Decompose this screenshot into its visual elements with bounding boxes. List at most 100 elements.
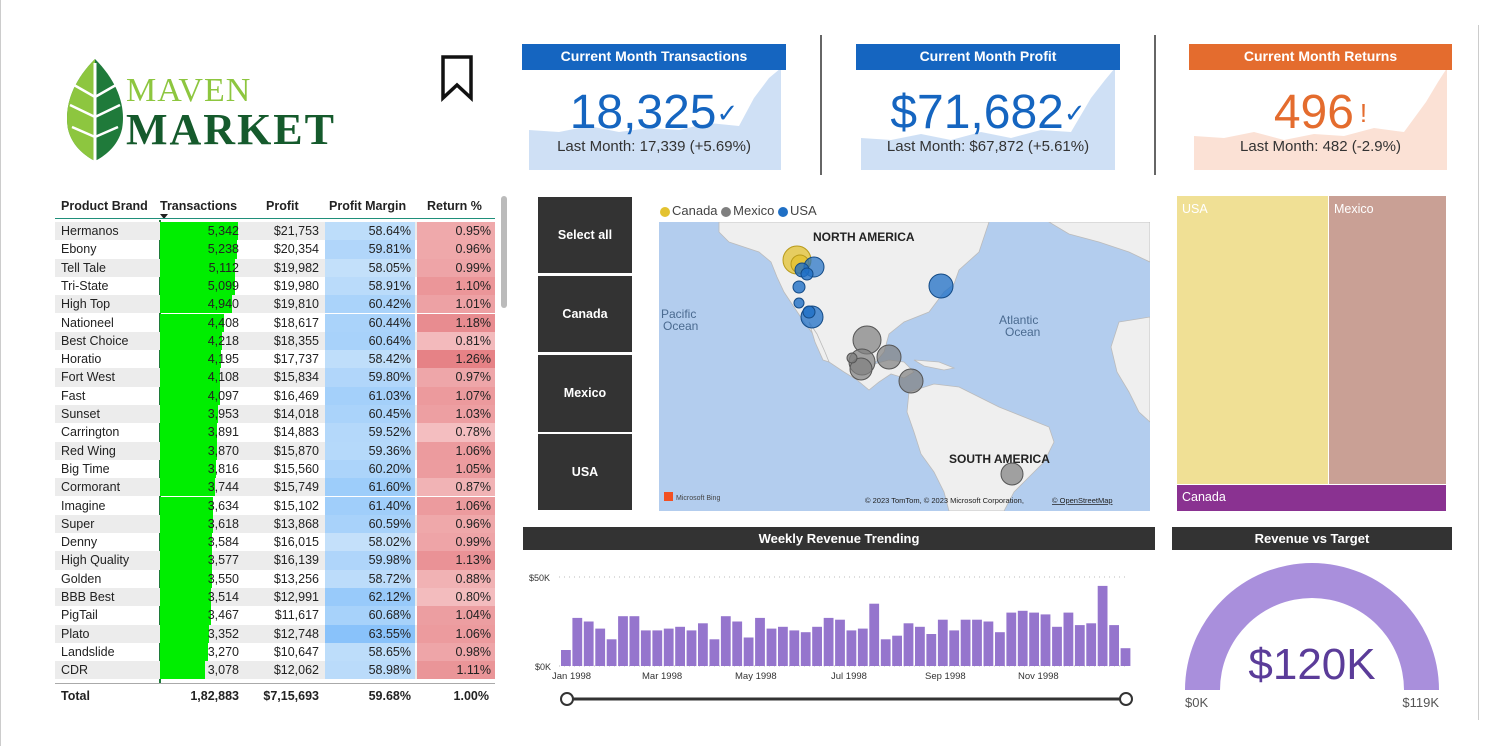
col-header-profit-margin[interactable]: Profit Margin <box>329 199 406 213</box>
weekly-revenue-bar[interactable] <box>766 628 777 666</box>
weekly-revenue-bar[interactable] <box>1120 648 1131 666</box>
map-bubble-mexico[interactable] <box>1000 462 1024 486</box>
map-bubble-usa[interactable] <box>793 297 805 309</box>
weekly-revenue-bar[interactable] <box>972 619 982 666</box>
weekly-revenue-bar[interactable] <box>640 630 651 666</box>
weekly-revenue-bar[interactable] <box>949 630 960 666</box>
col-header-return-pct[interactable]: Return % <box>427 199 482 213</box>
bookmark-icon[interactable] <box>440 54 474 102</box>
table-row[interactable]: Plato 3,352 $12,748 63.55% 1.06% <box>55 624 495 643</box>
table-scrollbar[interactable] <box>501 196 507 308</box>
weekly-revenue-bar[interactable] <box>983 621 994 667</box>
table-row[interactable]: Tri-State 5,099 $19,980 58.91% 1.10% <box>55 276 495 296</box>
weekly-revenue-bar[interactable] <box>1040 614 1051 666</box>
legend-item-mexico[interactable]: Mexico <box>721 203 774 218</box>
weekly-revenue-bar[interactable] <box>652 630 663 666</box>
map-bubble-usa[interactable] <box>928 273 954 299</box>
weekly-revenue-bar[interactable] <box>732 621 743 667</box>
table-row[interactable]: Sunset 3,953 $14,018 60.45% 1.03% <box>55 405 495 424</box>
weekly-revenue-bar[interactable] <box>606 639 617 666</box>
date-range-start-handle[interactable] <box>560 692 574 706</box>
col-header-profit[interactable]: Profit <box>266 199 299 213</box>
treemap-usa[interactable]: USA <box>1177 196 1328 484</box>
table-row[interactable]: PigTail 3,467 $11,617 60.68% 1.04% <box>55 606 495 625</box>
table-row[interactable]: High Quality 3,577 $16,139 59.98% 1.13% <box>55 551 495 570</box>
table-row[interactable]: Cormorant 3,744 $15,749 61.60% 0.87% <box>55 478 495 497</box>
table-row[interactable]: Carrington 3,891 $14,883 59.52% 0.78% <box>55 423 495 442</box>
weekly-revenue-bar[interactable] <box>800 632 811 666</box>
weekly-revenue-bar[interactable] <box>903 623 914 666</box>
store-map[interactable]: NORTH AMERICA SOUTH AMERICA Pacific Ocea… <box>659 222 1150 511</box>
slicer-canada[interactable]: Canada <box>538 276 632 352</box>
legend-item-usa[interactable]: USA <box>777 203 817 218</box>
weekly-revenue-bar[interactable] <box>709 639 720 666</box>
weekly-revenue-bar[interactable] <box>583 621 594 667</box>
weekly-revenue-bar[interactable] <box>663 628 674 666</box>
weekly-revenue-bar[interactable] <box>960 619 971 666</box>
table-row[interactable]: Nationeel 4,408 $18,617 60.44% 1.18% <box>55 313 495 332</box>
col-header-brand[interactable]: Product Brand <box>61 199 148 213</box>
weekly-revenue-bar[interactable] <box>1086 623 1097 666</box>
table-row[interactable]: BBB Best 3,514 $12,991 62.12% 0.80% <box>55 588 495 607</box>
date-range-end-handle[interactable] <box>1119 692 1133 706</box>
table-row[interactable]: Tell Tale 5,112 $19,982 58.05% 0.99% <box>55 258 495 277</box>
map-bubble-usa[interactable] <box>792 280 806 294</box>
map-bubble-usa[interactable] <box>802 305 816 319</box>
weekly-revenue-bar[interactable] <box>743 637 754 667</box>
weekly-revenue-bar[interactable] <box>937 619 948 666</box>
weekly-revenue-bar[interactable] <box>629 616 640 666</box>
table-row[interactable]: Best Choice 4,218 $18,355 60.64% 0.81% <box>55 331 495 351</box>
table-row[interactable]: Fast 4,097 $16,469 61.03% 1.07% <box>55 386 495 405</box>
table-row[interactable]: Denny 3,584 $16,015 58.02% 0.99% <box>55 533 495 552</box>
weekly-revenue-bar[interactable] <box>720 616 731 666</box>
table-row[interactable]: Imagine 3,634 $15,102 61.40% 1.06% <box>55 496 495 515</box>
table-row[interactable]: High Top 4,940 $19,810 60.42% 1.01% <box>55 295 495 314</box>
weekly-revenue-bar[interactable] <box>869 603 880 666</box>
map-bubble-mexico[interactable] <box>846 352 858 364</box>
table-row[interactable]: CDR 3,078 $12,062 58.98% 1.11% <box>55 661 495 680</box>
treemap-canada[interactable]: Canada <box>1177 485 1446 511</box>
weekly-revenue-bar[interactable] <box>857 628 868 666</box>
slicer-usa[interactable]: USA <box>538 434 632 510</box>
weekly-revenue-bar[interactable] <box>755 617 765 666</box>
table-row[interactable]: Fort West 4,108 $15,834 59.80% 0.97% <box>55 368 495 387</box>
weekly-revenue-bar[interactable] <box>618 616 628 666</box>
weekly-revenue-bar[interactable] <box>595 628 606 666</box>
weekly-revenue-bar[interactable] <box>778 626 788 666</box>
map-bubble-usa[interactable] <box>800 267 814 281</box>
treemap-mexico[interactable]: Mexico <box>1329 196 1446 484</box>
table-row[interactable]: Hermanos 5,342 $21,753 58.64% 0.95% <box>55 222 495 241</box>
weekly-revenue-bar[interactable] <box>1109 625 1119 666</box>
weekly-revenue-bar[interactable] <box>686 630 697 666</box>
weekly-revenue-bar[interactable] <box>926 634 937 666</box>
table-row[interactable]: Super 3,618 $13,868 60.59% 0.96% <box>55 514 495 534</box>
legend-item-canada[interactable]: Canada <box>660 203 718 218</box>
weekly-revenue-bar[interactable] <box>1063 612 1074 666</box>
weekly-revenue-bar[interactable] <box>846 630 857 666</box>
weekly-revenue-bar[interactable] <box>812 626 822 666</box>
weekly-revenue-bar[interactable] <box>561 650 571 666</box>
weekly-revenue-bar[interactable] <box>892 635 902 666</box>
weekly-revenue-bar[interactable] <box>1017 610 1028 666</box>
weekly-revenue-bar[interactable] <box>572 617 583 666</box>
map-bubble-mexico[interactable] <box>876 344 902 370</box>
weekly-revenue-bar[interactable] <box>880 639 891 666</box>
map-attribution-link[interactable]: © OpenStreetMap <box>1052 496 1113 505</box>
table-row[interactable]: Golden 3,550 $13,256 58.72% 0.88% <box>55 569 495 588</box>
table-row[interactable]: Horatio 4,195 $17,737 58.42% 1.26% <box>55 350 495 369</box>
table-row[interactable]: Red Wing 3,870 $15,870 59.36% 1.06% <box>55 441 495 460</box>
weekly-revenue-bar[interactable] <box>1074 625 1085 666</box>
weekly-revenue-bar[interactable] <box>1006 612 1017 666</box>
table-row[interactable]: Ebony 5,238 $20,354 59.81% 0.96% <box>55 240 495 259</box>
weekly-revenue-bar[interactable] <box>823 617 834 666</box>
weekly-revenue-bar[interactable] <box>698 623 708 666</box>
col-header-transactions[interactable]: Transactions <box>160 199 237 213</box>
map-bubble-mexico[interactable] <box>898 368 924 394</box>
weekly-revenue-bar[interactable] <box>1052 626 1062 666</box>
weekly-revenue-bar[interactable] <box>915 626 925 666</box>
weekly-revenue-bar[interactable] <box>1097 585 1108 666</box>
slicer-select-all[interactable]: Select all <box>538 197 632 273</box>
weekly-revenue-bar[interactable] <box>835 619 845 666</box>
table-row[interactable]: Big Time 3,816 $15,560 60.20% 1.05% <box>55 459 495 479</box>
weekly-revenue-bar[interactable] <box>789 630 800 666</box>
